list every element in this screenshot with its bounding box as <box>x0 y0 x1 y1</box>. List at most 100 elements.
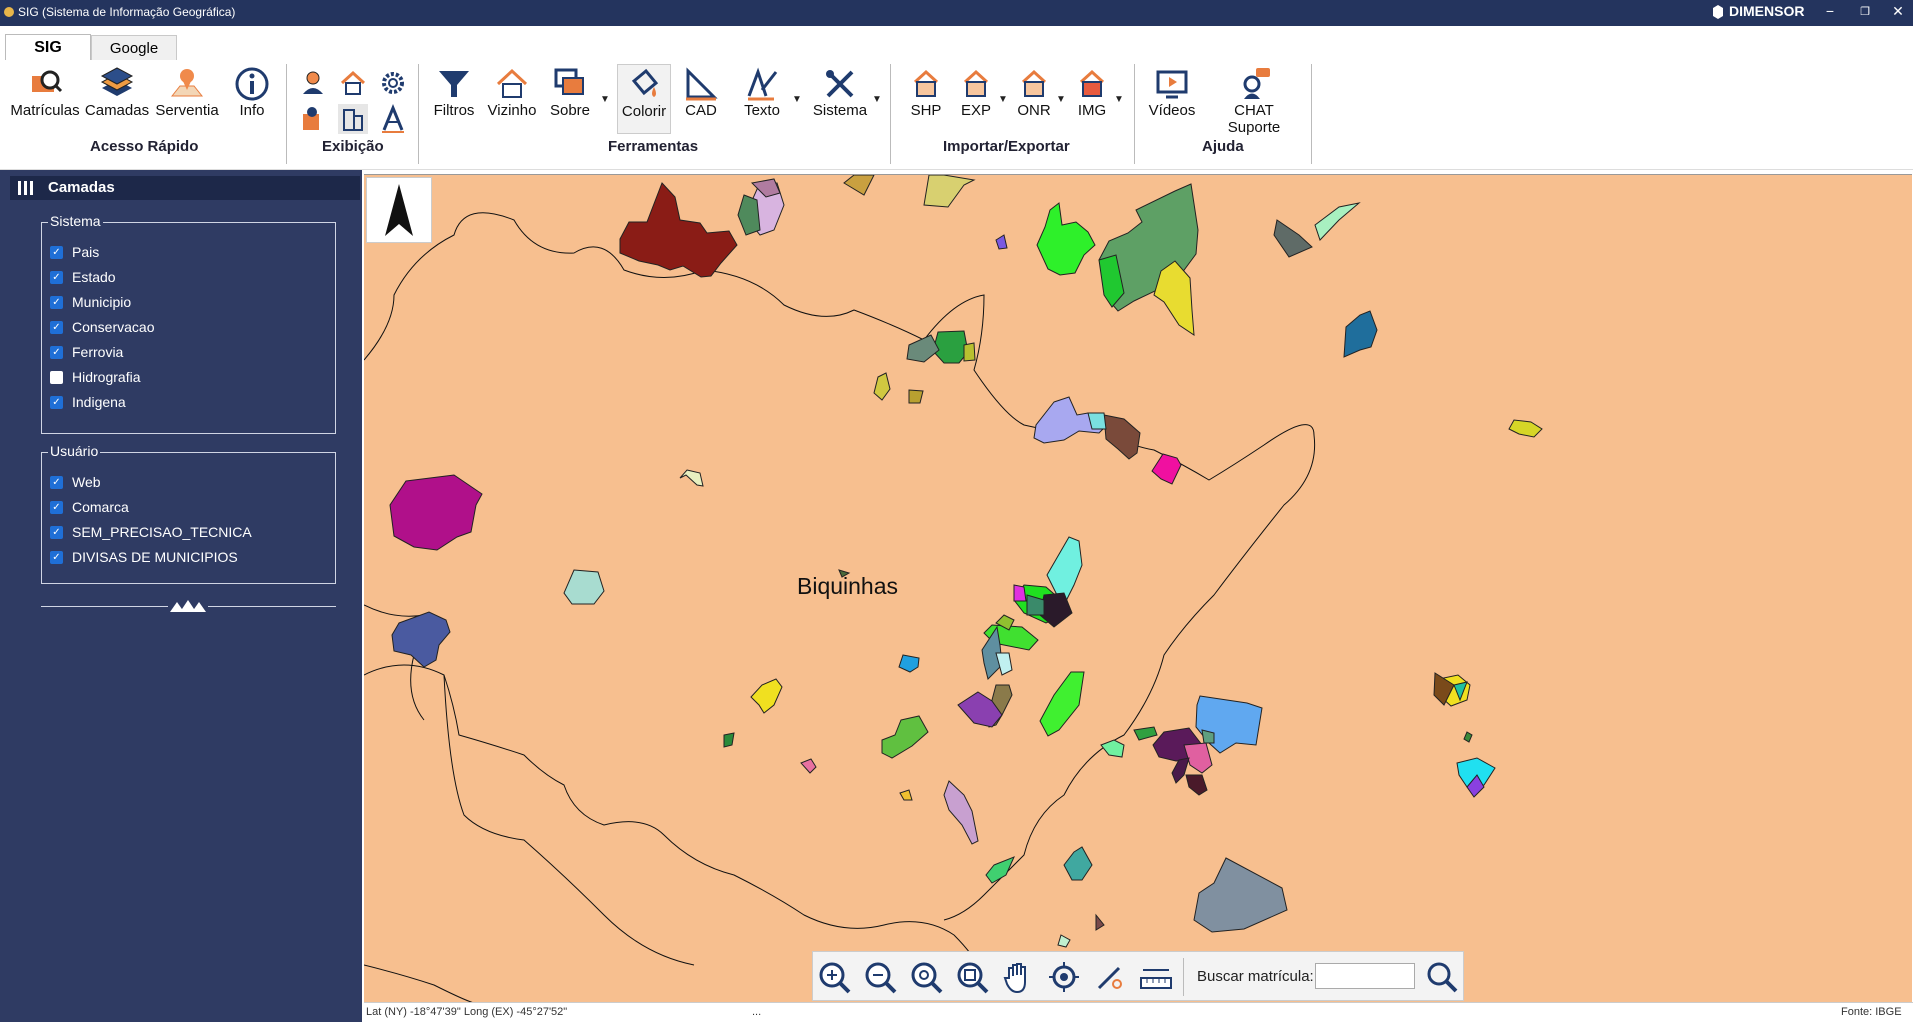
checkbox-checked-icon: ✓ <box>50 476 63 489</box>
filtros-button[interactable]: Filtros <box>428 66 480 119</box>
info-button[interactable]: Info <box>230 66 274 119</box>
filter-icon <box>439 71 469 97</box>
layers-panel: Camadas Sistema ✓ Pais ✓ Estado ✓ Municipio… <box>0 170 362 1022</box>
zoom-window-icon[interactable] <box>955 960 989 994</box>
restore-button[interactable]: ❐ <box>1851 5 1879 18</box>
measure-point-icon[interactable] <box>1093 960 1127 994</box>
videos-button[interactable]: Vídeos <box>1146 66 1198 119</box>
layers-icon <box>100 67 134 96</box>
checkbox-checked-icon: ✓ <box>50 246 63 259</box>
dimensor-logo-icon <box>1713 5 1723 19</box>
map-canvas[interactable]: Biquinhas <box>364 174 1912 1002</box>
map-pin-icon <box>170 69 204 97</box>
dimensor-mark-icon <box>168 596 208 616</box>
onr-icon <box>1021 69 1047 97</box>
onr-dropdown-arrow-icon[interactable]: ▼ <box>1056 94 1066 105</box>
sistema-dropdown-arrow-icon[interactable]: ▼ <box>872 94 882 105</box>
group-ferramentas: Ferramentas <box>608 138 699 155</box>
tab-sig[interactable]: SIG <box>5 34 91 61</box>
sistema-button[interactable]: Sistema <box>810 66 870 119</box>
status-middle: ... <box>752 1006 762 1018</box>
locate-target-icon[interactable] <box>1047 960 1081 994</box>
img-button[interactable]: IMG <box>1072 66 1112 119</box>
ribbon-separator <box>418 64 419 164</box>
zoom-out-icon[interactable] <box>863 960 897 994</box>
ribbon-separator <box>286 64 287 164</box>
pen-text-icon <box>747 67 778 101</box>
support-chat-icon <box>1243 68 1270 99</box>
map-features <box>364 175 1543 1002</box>
checkbox-unchecked-icon <box>50 371 63 384</box>
vizinho-button[interactable]: Vizinho <box>484 66 540 119</box>
group-acesso-rapido: Acesso Rápido <box>90 138 199 155</box>
search-document-icon <box>32 70 63 93</box>
coordinates-readout: Lat (NY) -18°47'39" Long (EX) -45°27'52" <box>366 1006 568 1018</box>
zoom-in-icon[interactable] <box>817 960 851 994</box>
title-bar: SIG (Sistema de Informação Geográfica) D… <box>0 0 1913 26</box>
text-label-icon[interactable] <box>378 104 408 134</box>
map-tools-bar: Buscar matrícula: <box>812 951 1464 1001</box>
layers-panel-header: Camadas <box>10 176 360 200</box>
ruler-triangle-icon <box>686 67 718 101</box>
ribbon-toolbar: Matrículas Camadas Serventia Info Acesso… <box>0 60 1913 170</box>
ruler-icon[interactable] <box>1139 960 1173 994</box>
layers-panel-title: Camadas <box>48 179 115 196</box>
serventia-button[interactable]: Serventia <box>154 66 220 119</box>
texto-dropdown-arrow-icon[interactable]: ▼ <box>792 94 802 105</box>
group-exibicao: Exibição <box>322 138 384 155</box>
pan-hand-icon[interactable] <box>1001 960 1035 994</box>
building-icon[interactable] <box>338 104 368 134</box>
sistema-fieldset: Sistema ✓ Pais ✓ Estado ✓ Municipio ✓ Conser… <box>41 213 336 434</box>
app-icon <box>4 7 14 17</box>
ribbon-separator <box>890 64 891 164</box>
search-matricula-label: Buscar matrícula: <box>1197 968 1314 985</box>
home-icon[interactable] <box>338 68 368 98</box>
search-icon[interactable] <box>1425 960 1459 994</box>
colorir-button[interactable]: Colorir <box>617 64 671 134</box>
texto-button[interactable]: Texto <box>736 66 788 119</box>
ribbon-separator <box>1311 64 1312 164</box>
paint-bucket-icon <box>631 68 659 97</box>
data-source-label: Fonte: IBGE <box>1841 1006 1902 1018</box>
exp-dropdown-arrow-icon[interactable]: ▼ <box>998 94 1008 105</box>
zoom-extent-icon[interactable] <box>909 960 943 994</box>
checkbox-checked-icon: ✓ <box>50 346 63 359</box>
img-dropdown-arrow-icon[interactable]: ▼ <box>1114 94 1124 105</box>
group-ajuda: Ajuda <box>1202 138 1244 155</box>
checkbox-checked-icon: ✓ <box>50 551 63 564</box>
group-importar-exportar: Importar/Exportar <box>943 138 1070 155</box>
export-icon <box>963 69 989 97</box>
checkbox-checked-icon: ✓ <box>50 501 63 514</box>
sobre-dropdown-arrow-icon[interactable]: ▼ <box>600 94 610 105</box>
image-export-icon <box>1079 69 1105 97</box>
shp-button[interactable]: SHP <box>906 66 946 119</box>
checkbox-checked-icon: ✓ <box>50 321 63 334</box>
user-icon[interactable] <box>298 68 328 98</box>
gear-icon[interactable] <box>378 68 408 98</box>
cad-button[interactable]: CAD <box>678 66 724 119</box>
camadas-button[interactable]: Camadas <box>84 66 150 119</box>
window-title: SIG (Sistema de Informação Geográfica) <box>18 5 236 19</box>
usuario-legend: Usuário <box>48 443 101 459</box>
map-place-label: Biquinhas <box>797 573 899 599</box>
columns-icon[interactable] <box>18 181 34 195</box>
brand-label: DIMENSOR <box>1729 3 1805 19</box>
matriculas-button[interactable]: Matrículas <box>10 66 80 119</box>
exp-button[interactable]: EXP <box>956 66 996 119</box>
sobre-button[interactable]: Sobre <box>544 66 596 119</box>
info-icon <box>235 67 269 101</box>
status-bar: Lat (NY) -18°47'39" Long (EX) -45°27'52"… <box>364 1002 1913 1022</box>
close-button[interactable]: ✕ <box>1884 3 1912 20</box>
edit-user-icon[interactable] <box>298 104 328 134</box>
checkbox-checked-icon: ✓ <box>50 271 63 284</box>
tab-google[interactable]: Google <box>91 35 177 60</box>
import-shp-icon <box>913 69 939 97</box>
north-arrow <box>366 177 432 243</box>
north-arrow-icon <box>385 184 413 236</box>
onr-button[interactable]: ONR <box>1014 66 1054 119</box>
minimize-button[interactable]: − <box>1816 3 1844 19</box>
search-matricula-input[interactable] <box>1315 963 1415 989</box>
checkbox-checked-icon: ✓ <box>50 396 63 409</box>
video-monitor-icon <box>1156 70 1188 99</box>
chat-suporte-button[interactable]: CHAT Suporte <box>1206 66 1302 136</box>
